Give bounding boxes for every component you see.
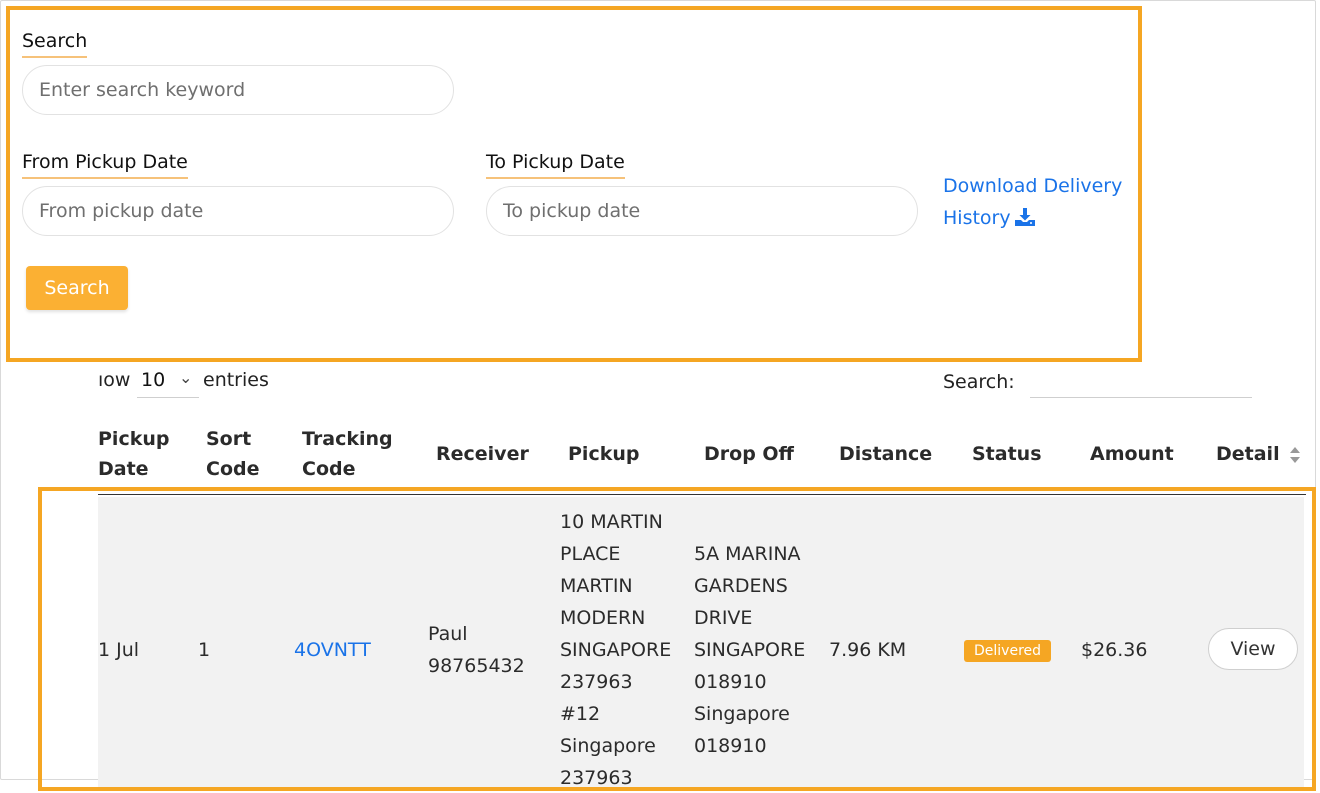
column-header-distance[interactable]: Distance [839,439,932,469]
column-header-detail[interactable]: Detail [1216,439,1280,469]
download-icon [1014,208,1035,226]
column-header-status[interactable]: Status [972,439,1042,469]
cell-pickup-address: 10 MARTIN PLACE MARTIN MODERN SINGAPORE … [560,511,672,789]
status-badge: Delivered [964,640,1052,662]
show-entries-suffix: entries [203,369,269,391]
table-search-input[interactable] [1030,372,1252,398]
cell-amount: $26.36 [1081,639,1148,661]
entries-length-value: 10 [141,369,166,391]
search-input[interactable] [22,65,454,115]
to-pickup-date-label: To Pickup Date [486,151,625,179]
column-header-tracking-code[interactable]: Tracking Code [302,424,393,484]
column-header-sort-code[interactable]: Sort Code [206,424,259,484]
cell-pickup-date: 1 Jul [98,639,140,661]
column-header-drop-off[interactable]: Drop Off [704,439,794,469]
cell-sort-code: 1 [198,639,211,661]
cell-distance: 7.96 KM [829,639,907,661]
sort-icon[interactable] [1288,444,1302,466]
download-link-line1: Download Delivery [943,175,1123,197]
show-entries-prefix: ıow [98,369,131,391]
cell-receiver: Paul 98765432 [428,623,525,677]
column-header-pickup[interactable]: Pickup [568,439,639,469]
download-link-line2: History [943,207,1011,229]
cell-dropoff-address: 5A MARINA GARDENS DRIVE SINGAPORE 018910… [694,543,806,757]
search-label: Search [22,30,88,58]
download-delivery-history-link[interactable]: Download Delivery History [943,170,1133,234]
column-header-amount[interactable]: Amount [1090,439,1174,469]
table-search-label: Search: [943,371,1015,393]
search-button[interactable]: Search [26,266,128,310]
chevron-down-icon: ⌄ [179,368,193,387]
tracking-code-link[interactable]: 4OVNTT [294,634,371,666]
entries-length-select[interactable]: 10 ⌄ [137,366,199,398]
from-pickup-date-label: From Pickup Date [22,151,188,179]
column-header-receiver[interactable]: Receiver [436,439,529,469]
from-pickup-date-input[interactable] [22,186,454,236]
view-detail-button[interactable]: View [1208,628,1298,670]
to-pickup-date-input[interactable] [486,186,918,236]
column-header-pickup-date[interactable]: Pickup Date [98,424,169,484]
